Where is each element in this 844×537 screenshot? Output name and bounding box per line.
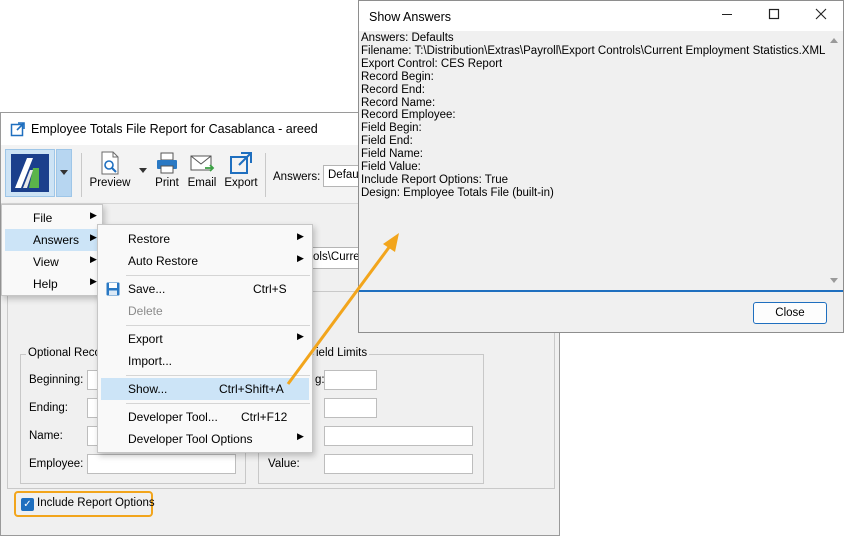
preview-button[interactable]: Preview xyxy=(88,151,132,189)
main-window-title: Employee Totals File Report for Casablan… xyxy=(31,122,318,136)
answers-line: Filename: T:\Distribution\Extras\Payroll… xyxy=(361,44,826,57)
menu-item-view[interactable]: View ▶ xyxy=(5,251,99,273)
menu-item-developer-tool[interactable]: Developer Tool... Ctrl+F12 xyxy=(101,406,309,428)
menu-item-file[interactable]: File ▶ xyxy=(5,207,99,229)
app-logo-icon xyxy=(11,154,49,192)
menu-separator xyxy=(126,403,310,404)
dialog-title: Show Answers xyxy=(369,10,451,24)
field-end-input[interactable] xyxy=(324,398,377,418)
chevron-right-icon: ▶ xyxy=(297,331,304,341)
chevron-right-icon: ▶ xyxy=(297,431,304,441)
answers-line: Field Name: xyxy=(361,148,423,161)
field-name-input[interactable] xyxy=(324,426,473,446)
menu-separator xyxy=(126,325,310,326)
menu-item-auto-restore[interactable]: Auto Restore ▶ xyxy=(101,250,309,272)
employee-label: Employee: xyxy=(29,458,84,470)
field-begin-input[interactable] xyxy=(324,370,377,390)
menu-separator xyxy=(126,275,310,276)
email-label: Email xyxy=(187,177,217,189)
ending-label: Ending: xyxy=(29,402,69,414)
optional-records-title: Optional Reco xyxy=(26,347,103,359)
maximize-icon xyxy=(768,8,780,20)
chevron-right-icon: ▶ xyxy=(297,231,304,241)
export-button[interactable]: Export xyxy=(223,151,259,189)
app-menu: File ▶ Answers ▶ View ▶ Help ▶ xyxy=(1,204,103,296)
vertical-scrollbar[interactable] xyxy=(827,32,841,288)
print-button[interactable]: Print xyxy=(153,151,181,189)
answers-line: Answers: Defaults xyxy=(361,32,454,44)
answers-line: Design: Employee Totals File (built-in) xyxy=(361,186,554,199)
menu-item-export[interactable]: Export ▶ xyxy=(101,328,309,350)
menu-item-restore[interactable]: Restore ▶ xyxy=(101,228,309,250)
field-value-input[interactable] xyxy=(324,454,473,474)
chevron-right-icon: ▶ xyxy=(90,276,97,286)
close-icon xyxy=(815,8,827,20)
toolbar-separator xyxy=(265,153,266,197)
answers-text-area[interactable]: Answers: Defaults Filename: T:\Distribut… xyxy=(361,32,827,288)
menu-separator xyxy=(126,375,310,376)
value-label: Value: xyxy=(268,458,300,470)
answers-line: Record End: xyxy=(361,83,425,96)
preview-label: Preview xyxy=(89,177,131,189)
chevron-down-icon[interactable] xyxy=(139,168,147,174)
print-label: Print xyxy=(155,177,179,189)
export-label: Export xyxy=(224,177,258,189)
include-report-options-label: Include Report Options xyxy=(37,497,155,509)
close-button[interactable]: Close xyxy=(753,302,827,324)
answers-submenu: Restore ▶ Auto Restore ▶ Save... Ctrl+S … xyxy=(97,224,313,453)
printer-icon xyxy=(157,152,177,174)
answers-line: Field Value: xyxy=(361,161,421,174)
email-button[interactable]: Email xyxy=(187,151,217,189)
menu-item-delete: Delete xyxy=(128,304,163,318)
include-report-options[interactable]: ✓ Include Report Options xyxy=(14,491,155,517)
chevron-right-icon: ▶ xyxy=(297,253,304,263)
export-icon xyxy=(230,152,252,174)
minimize-button[interactable] xyxy=(713,5,741,27)
chevron-right-icon: ▶ xyxy=(90,210,97,220)
employee-input[interactable] xyxy=(87,454,236,474)
minimize-icon xyxy=(722,14,732,15)
show-answers-dialog: Show Answers Answers: Defaults Filename:… xyxy=(358,0,844,333)
dialog-divider xyxy=(359,290,843,292)
include-report-options-checkbox[interactable]: ✓ xyxy=(21,498,34,511)
email-icon xyxy=(190,155,215,172)
field-limits-title: ield Limits xyxy=(314,347,370,359)
scroll-up-icon[interactable] xyxy=(830,38,838,44)
menu-item-answers[interactable]: Answers ▶ xyxy=(5,229,99,251)
chevron-right-icon: ▶ xyxy=(90,232,97,242)
name-label: Name: xyxy=(29,430,63,442)
external-link-icon xyxy=(10,122,25,137)
toolbar-separator xyxy=(81,153,82,197)
menu-item-save[interactable]: Save... Ctrl+S xyxy=(101,278,309,300)
app-menu-button[interactable] xyxy=(5,149,55,197)
answers-line: Record Employee: xyxy=(361,109,456,122)
chevron-right-icon: ▶ xyxy=(90,254,97,264)
answers-line: Include Report Options: True xyxy=(361,173,509,186)
preview-icon xyxy=(101,151,119,175)
menu-item-import[interactable]: Import... xyxy=(101,350,309,372)
close-window-button[interactable] xyxy=(807,5,835,27)
menu-item-show[interactable]: Show... Ctrl+Shift+A xyxy=(101,378,309,400)
maximize-button[interactable] xyxy=(760,5,788,27)
answers-label: Answers: xyxy=(273,171,321,183)
answers-line: Record Begin: xyxy=(361,70,434,83)
answers-line: Field Begin: xyxy=(361,122,422,135)
menu-item-help[interactable]: Help ▶ xyxy=(5,273,99,295)
menu-item-developer-tool-options[interactable]: Developer Tool Options ▶ xyxy=(101,428,309,450)
answers-combo[interactable]: Defaul xyxy=(323,165,363,187)
floppy-disk-icon xyxy=(106,282,120,296)
answers-line: Field End: xyxy=(361,135,413,148)
answers-line: Export Control: CES Report xyxy=(361,57,503,70)
dialog-titlebar: Show Answers xyxy=(359,1,843,31)
answers-line: Record Name: xyxy=(361,96,436,109)
chevron-down-icon xyxy=(60,170,68,175)
scroll-down-icon[interactable] xyxy=(830,278,838,284)
app-menu-dropdown[interactable] xyxy=(56,149,72,197)
beginning-label: Beginning: xyxy=(29,374,84,386)
